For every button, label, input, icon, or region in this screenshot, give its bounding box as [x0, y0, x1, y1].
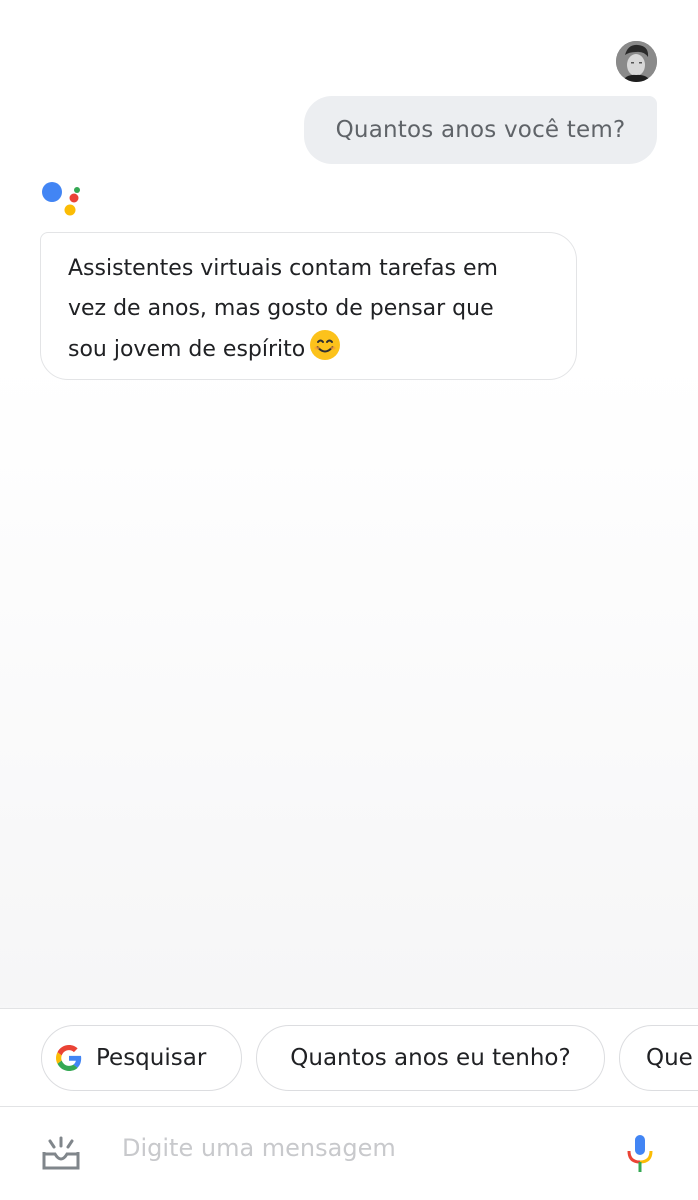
chip-label: Pesquisar — [96, 1045, 207, 1071]
suggestion-chip-partial[interactable]: Que — [619, 1025, 698, 1091]
assistant-screen: Quantos anos você tem? Assistentes virtu… — [0, 0, 698, 1200]
assistant-reply-line: vez de anos, mas gosto de pensar que — [68, 296, 494, 321]
chip-label: Quantos anos eu tenho? — [290, 1045, 571, 1071]
mic-icon[interactable] — [626, 1134, 654, 1174]
user-avatar[interactable] — [616, 41, 657, 82]
suggestion-chips-bar: Pesquisar Quantos anos eu tenho? Que — [0, 1008, 698, 1106]
google-g-icon — [56, 1045, 82, 1071]
chip-label: Que — [646, 1045, 693, 1071]
assistant-message-bubble: Assistentes virtuais contam tarefas em v… — [40, 232, 577, 380]
smiling-face-icon — [309, 329, 341, 375]
assistant-reply-line: Assistentes virtuais contam tarefas em — [68, 256, 498, 281]
google-assistant-logo-icon — [41, 180, 83, 222]
suggestion-chip-age[interactable]: Quantos anos eu tenho? — [256, 1025, 605, 1091]
suggestion-chip-search[interactable]: Pesquisar — [41, 1025, 242, 1091]
message-input[interactable]: Digite uma mensagem — [122, 1134, 396, 1162]
tray-icon[interactable] — [42, 1134, 80, 1172]
user-message-bubble: Quantos anos você tem? — [304, 96, 657, 164]
assistant-reply-line: sou jovem de espírito — [68, 329, 556, 375]
